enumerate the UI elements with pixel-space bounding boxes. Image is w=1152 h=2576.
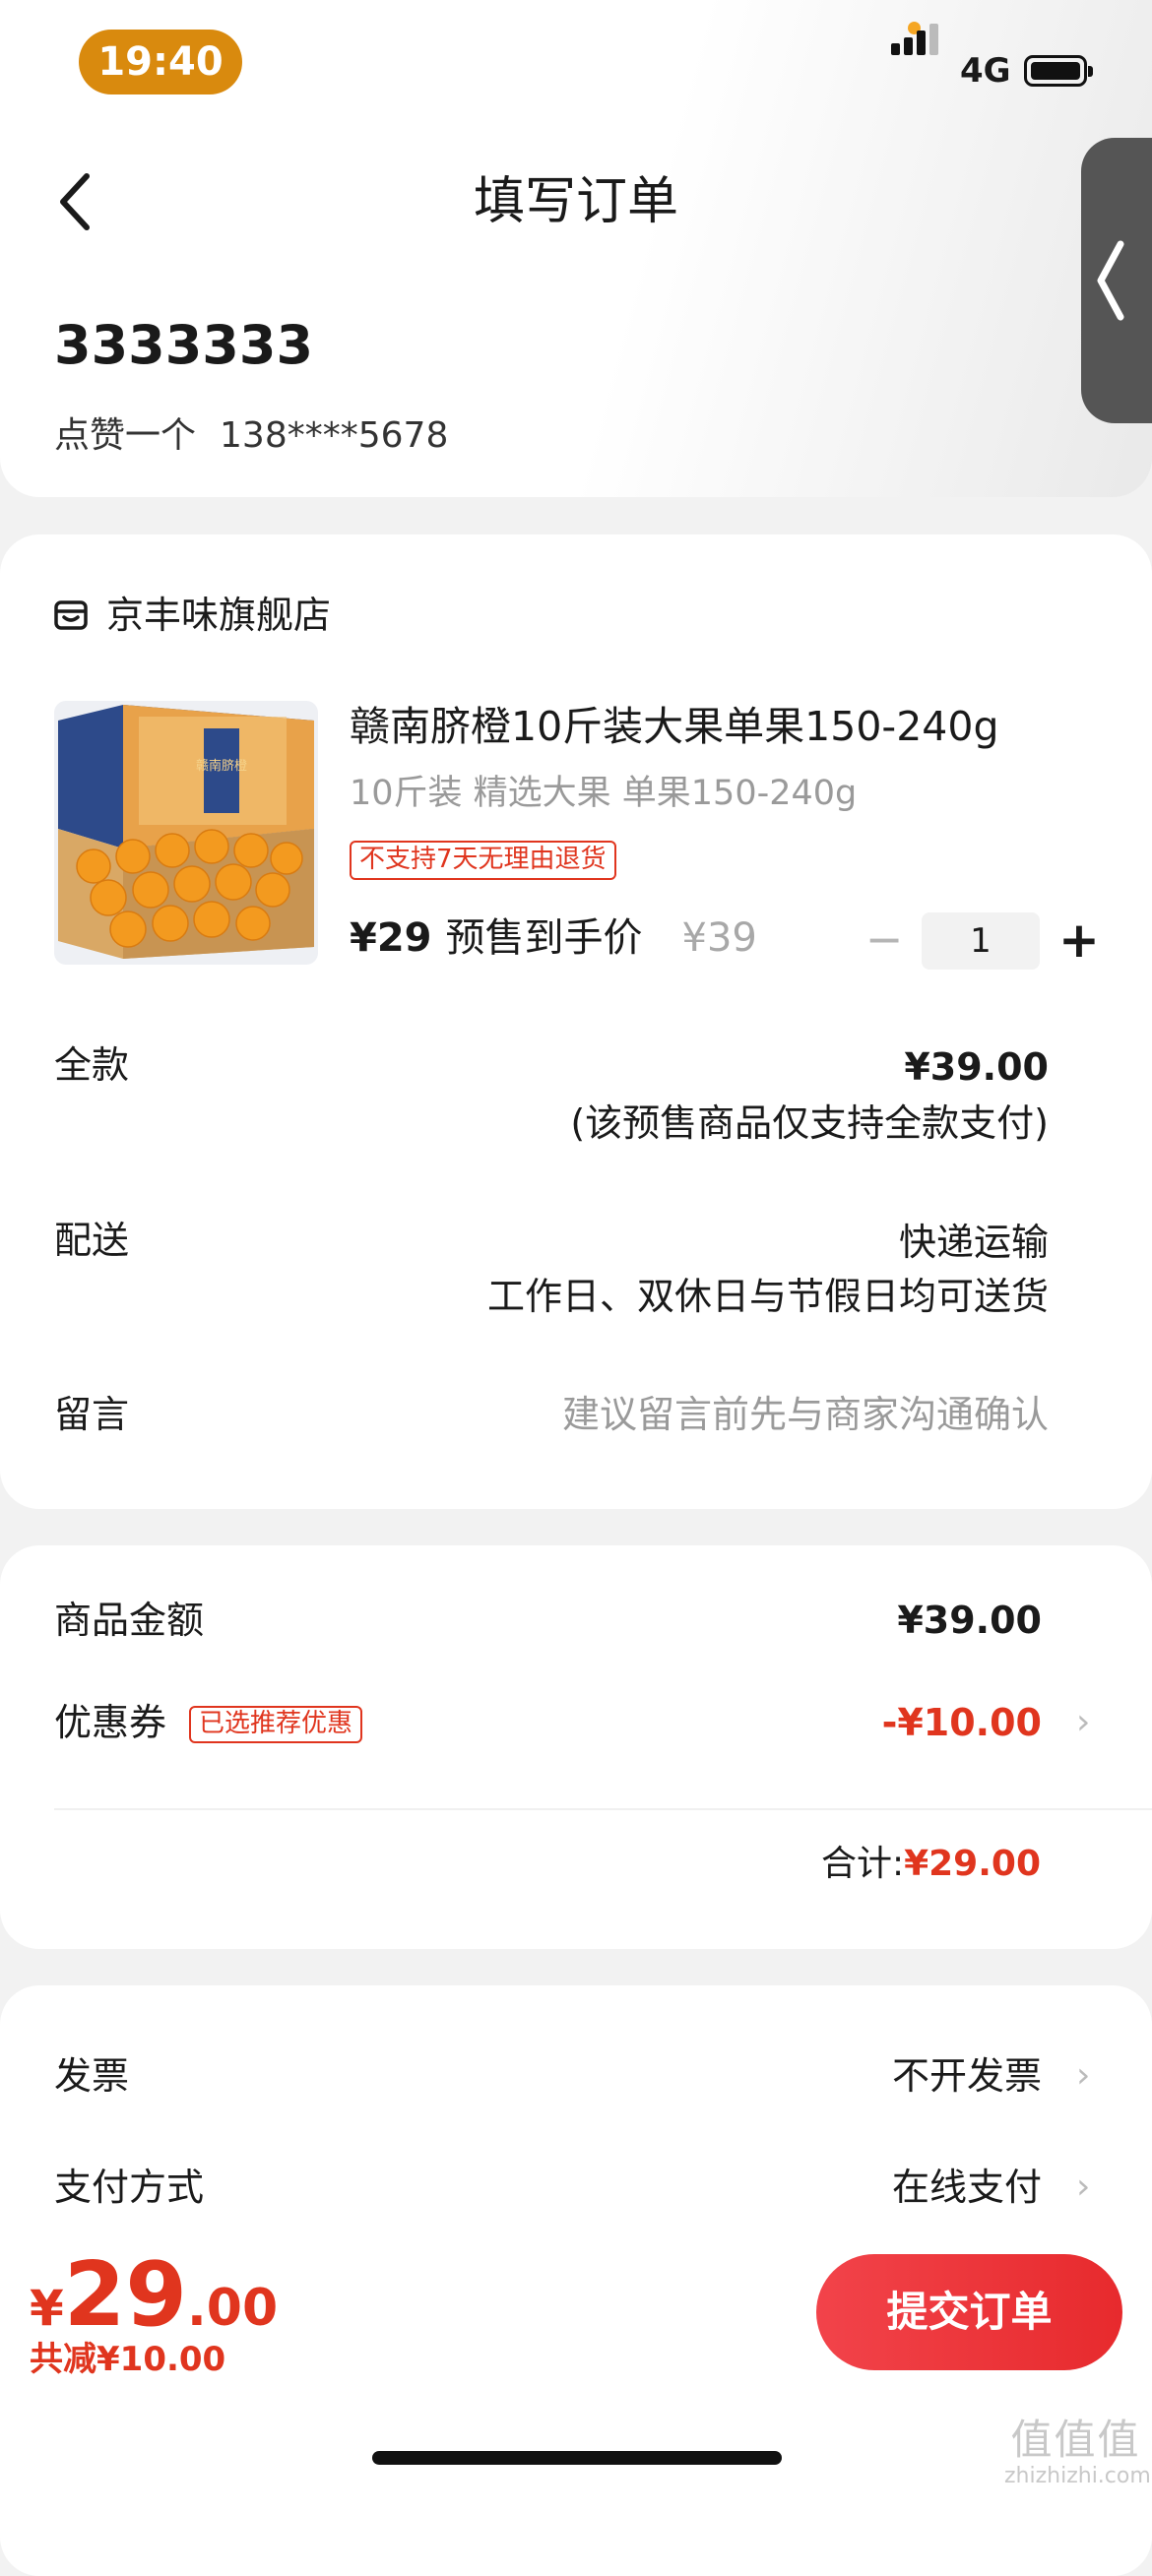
goods-amount-label: 商品金额 <box>54 1599 205 1642</box>
full-payment-note: (该预售商品仅支持全款支付) <box>570 1101 1049 1145</box>
watermark-site: zhizhizhi.com <box>1004 2464 1151 2488</box>
chevron-right-icon[interactable]: › <box>1076 2168 1098 2207</box>
chevron-left-icon <box>1097 240 1124 321</box>
coupon-amount[interactable]: -¥10.00 <box>882 1699 1042 1746</box>
quantity-decrease-button[interactable]: − <box>864 915 904 965</box>
quantity-increase-button[interactable]: + <box>1058 913 1100 967</box>
message-input[interactable]: 建议留言前先与商家沟通确认 <box>562 1391 1049 1438</box>
store-name[interactable]: 京丰味旗舰店 <box>106 593 331 638</box>
coupon-badge: 已选推荐优惠 <box>189 1706 363 1743</box>
store-icon <box>54 600 88 630</box>
full-payment-label: 全款 <box>54 1043 130 1087</box>
recipient-contact[interactable]: 点赞一个 138****5678 <box>54 413 448 459</box>
full-payment-amount: ¥39.00 <box>904 1045 1049 1089</box>
delivery-method[interactable]: 快递运输 <box>899 1219 1049 1266</box>
chevron-right-icon[interactable]: › <box>1076 1703 1098 1742</box>
invoice-value[interactable]: 不开发票 <box>892 2052 1042 2100</box>
return-policy-badge: 不支持7天无理由退货 <box>350 841 616 880</box>
recipient-label: 点赞一个 <box>54 415 197 456</box>
order-total: 合计:¥29.00 <box>821 1841 1041 1888</box>
watermark-logo: 值值值 <box>1010 2416 1141 2464</box>
payment-method-value[interactable]: 在线支付 <box>892 2164 1042 2211</box>
coupon-label[interactable]: 优惠券 <box>54 1699 166 1746</box>
delivery-label: 配送 <box>54 1219 130 1262</box>
recipient-phone: 138****5678 <box>220 415 449 456</box>
final-price-integer: 29 <box>63 2243 188 2347</box>
recipient-name[interactable]: 3333333 <box>54 313 313 378</box>
product-spec[interactable]: 10斤装 精选大果 单果150-240g <box>350 771 857 816</box>
page-title: 填写订单 <box>473 172 678 231</box>
final-price-currency: ¥ <box>30 2280 64 2337</box>
final-price: ¥29.00 <box>30 2246 278 2345</box>
floating-side-tab[interactable] <box>1081 138 1152 423</box>
payment-method-label[interactable]: 支付方式 <box>54 2164 204 2211</box>
product-title[interactable]: 赣南脐橙10斤装大果单果150-240g <box>350 701 999 752</box>
total-amount: ¥29.00 <box>904 1844 1041 1884</box>
message-label: 留言 <box>54 1393 130 1436</box>
product-image[interactable]: 赣南脐橙 <box>54 701 318 965</box>
box-brand-text: 赣南脐橙 <box>196 758 247 774</box>
quantity-input[interactable]: 1 <box>922 912 1040 970</box>
original-price: ¥39 <box>681 915 757 961</box>
home-indicator[interactable] <box>372 2451 782 2465</box>
invoice-label[interactable]: 发票 <box>54 2052 129 2100</box>
presale-price-label: 预售到手价 <box>445 915 643 961</box>
divider <box>54 1808 1152 1810</box>
network-type: 4G <box>960 51 1011 91</box>
goods-amount: ¥39.00 <box>897 1599 1042 1642</box>
delivery-note: 工作日、双休日与节假日均可送货 <box>486 1275 1049 1318</box>
presale-price: ¥29 <box>350 915 432 961</box>
discount-summary: 共减¥10.00 <box>30 2340 226 2379</box>
total-label: 合计: <box>820 1844 905 1884</box>
watermark: 值值值 zhizhizhi.com <box>1004 2416 1151 2489</box>
chevron-right-icon[interactable]: › <box>1076 2056 1098 2096</box>
battery-icon <box>1024 55 1093 87</box>
submit-order-button[interactable]: 提交订单 <box>816 2254 1122 2370</box>
price-line: ¥29 预售到手价 ¥39 <box>350 913 757 963</box>
final-price-decimal: .00 <box>187 2279 279 2338</box>
order-card <box>0 534 1152 1509</box>
status-time: 19:40 <box>79 30 242 94</box>
